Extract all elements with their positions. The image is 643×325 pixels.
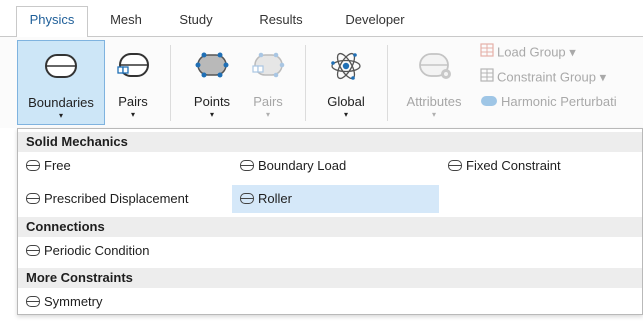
menu-item-label: Fixed Constraint	[466, 158, 561, 173]
attributes-icon	[416, 50, 452, 83]
menu-item-fixed-constraint[interactable]: Fixed Constraint	[440, 152, 640, 180]
menu-item-symmetry[interactable]: Symmetry	[18, 288, 228, 316]
boundary-icon	[26, 296, 40, 307]
boundary-icon	[26, 245, 40, 256]
boundaries-label: Boundaries	[28, 95, 94, 110]
global-label: Global	[327, 94, 365, 109]
constraint-group-icon	[480, 67, 494, 89]
menu-item-label: Prescribed Displacement	[44, 191, 189, 206]
tab-mesh[interactable]: Mesh	[96, 8, 156, 36]
ribbon-toolbar: Boundaries ▾ Pairs ▾ Points ▾ Pairs ▾ Gl…	[0, 36, 643, 128]
points-label: Points	[193, 94, 231, 109]
menu-item-boundary-load[interactable]: Boundary Load	[232, 152, 438, 180]
point-pairs-icon	[250, 50, 286, 83]
pairs-label: Pairs	[118, 94, 148, 109]
section-header-connections: Connections	[18, 217, 642, 237]
menu-item-periodic-condition[interactable]: Periodic Condition	[18, 237, 228, 265]
point-pairs-button[interactable]: Pairs ▾	[244, 40, 292, 125]
chevron-down-icon: ▾	[265, 110, 270, 119]
load-group-icon	[480, 42, 494, 64]
menu-item-label: Periodic Condition	[44, 243, 150, 258]
harmonic-perturbation-icon	[480, 93, 498, 113]
pairs-icon	[116, 50, 150, 83]
boundary-icon	[240, 193, 254, 204]
boundary-icon	[44, 51, 78, 84]
tab-physics[interactable]: Physics	[16, 6, 88, 37]
section-header-solid-mechanics: Solid Mechanics	[18, 132, 642, 152]
chevron-down-icon: ▾	[58, 111, 63, 120]
harmonic-perturbation-label: Harmonic Perturbati	[501, 94, 617, 109]
menu-item-free[interactable]: Free	[18, 152, 228, 180]
constraint-group-label: Constraint Group ▾	[497, 69, 607, 85]
points-button[interactable]: Points ▾	[182, 40, 242, 125]
chevron-down-icon: ▾	[130, 110, 135, 119]
load-group-button[interactable]: Load Group ▾	[480, 42, 576, 62]
pairs-button[interactable]: Pairs ▾	[108, 40, 158, 125]
menu-item-prescribed-displacement[interactable]: Prescribed Displacement	[18, 185, 230, 213]
menu-item-roller[interactable]: Roller	[232, 185, 439, 213]
menu-item-label: Symmetry	[44, 294, 103, 309]
boundary-icon	[26, 160, 40, 171]
ribbon-separator	[387, 45, 388, 121]
point-pairs-label: Pairs	[253, 94, 283, 109]
global-button[interactable]: Global ▾	[317, 40, 375, 125]
chevron-down-icon: ▾	[343, 110, 348, 119]
chevron-down-icon: ▾	[209, 110, 214, 119]
tab-study[interactable]: Study	[166, 8, 226, 36]
boundary-icon	[26, 193, 40, 204]
boundary-icon	[240, 160, 254, 171]
ribbon-separator	[305, 45, 306, 121]
chevron-down-icon: ▾	[431, 110, 436, 119]
attributes-button[interactable]: Attributes ▾	[397, 40, 471, 125]
harmonic-perturbation-button[interactable]: Harmonic Perturbati	[480, 92, 617, 112]
section-header-more-constraints: More Constraints	[18, 268, 642, 288]
attributes-label: Attributes	[406, 94, 462, 109]
load-group-label: Load Group ▾	[497, 44, 576, 60]
points-icon	[194, 50, 230, 83]
atom-icon	[329, 50, 363, 85]
menu-item-label: Roller	[258, 191, 292, 206]
tab-results[interactable]: Results	[245, 8, 317, 36]
boundary-icon	[448, 160, 462, 171]
menu-item-label: Boundary Load	[258, 158, 347, 173]
boundaries-button[interactable]: Boundaries ▾	[17, 40, 105, 125]
ribbon-tab-bar: Physics Mesh Study Results Developer	[0, 0, 643, 37]
boundaries-dropdown-menu: Solid Mechanics Free Boundary Load Fixed…	[17, 128, 643, 315]
tab-developer[interactable]: Developer	[334, 8, 416, 36]
ribbon-separator	[170, 45, 171, 121]
menu-item-label: Free	[44, 158, 71, 173]
constraint-group-button[interactable]: Constraint Group ▾	[480, 67, 606, 87]
